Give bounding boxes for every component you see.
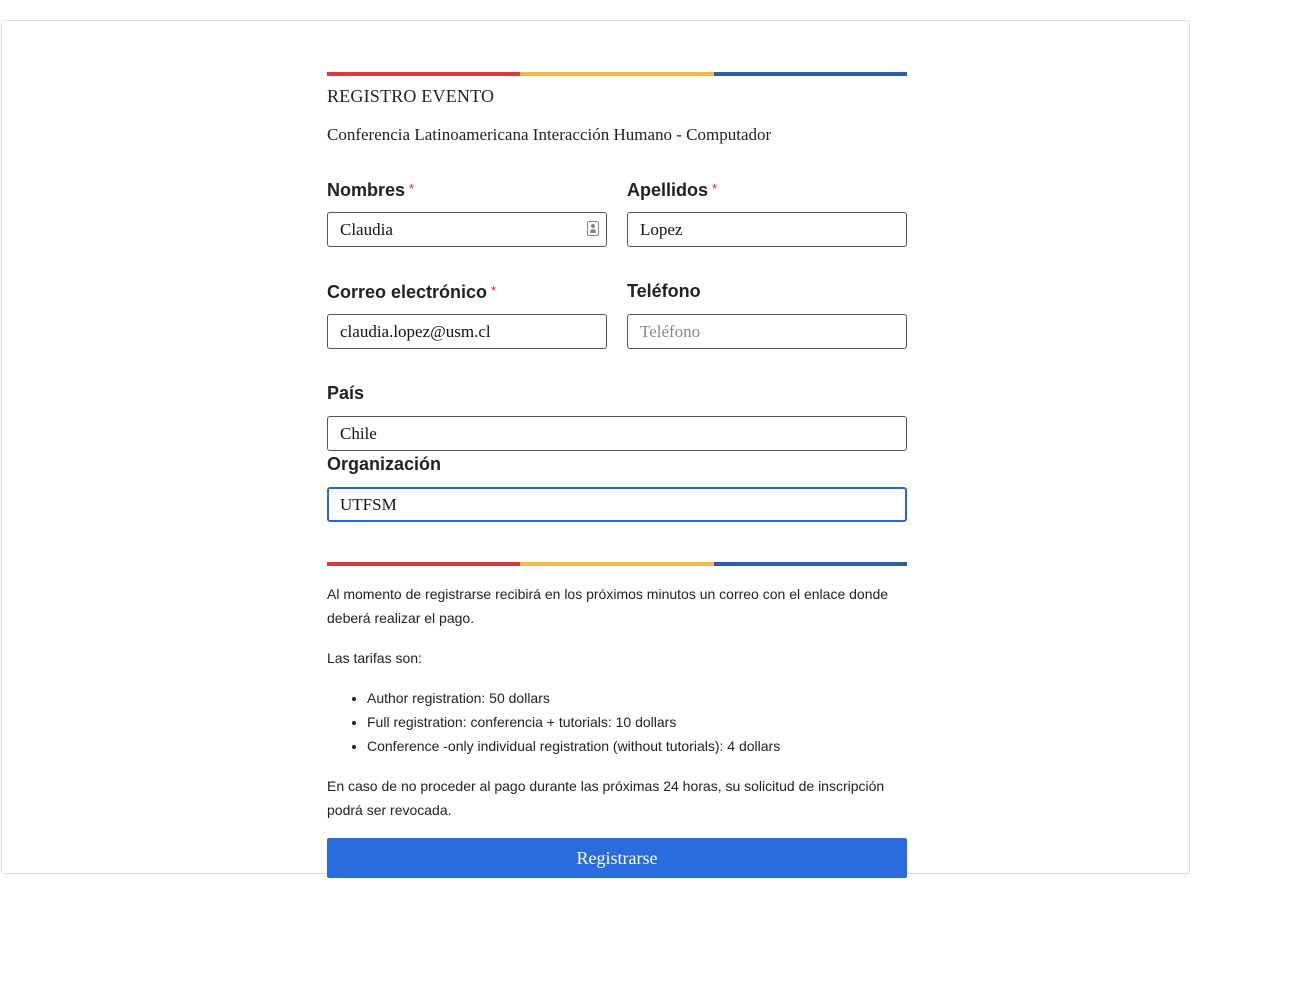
apellidos-value: Lopez — [640, 220, 683, 239]
correo-field-group: Correo electrónico * claudia.lopez@usm.cl — [327, 280, 607, 349]
organizacion-field-group: Organización UTFSM — [327, 453, 907, 522]
nombres-value: Claudia — [340, 220, 393, 239]
nombres-field-group: Nombres * Claudia — [327, 178, 607, 247]
divider-red — [327, 72, 521, 76]
correo-value: claudia.lopez@usm.cl — [340, 322, 491, 341]
payment-warning-text: En caso de no proceder al pago durante l… — [327, 778, 885, 818]
pais-value: Chile — [340, 424, 377, 443]
required-mark: * — [491, 283, 497, 298]
page-subtitle: Conferencia Latinoamericana Interacción … — [327, 125, 772, 144]
fee-item-full: Full registration: conferencia + tutoria… — [367, 710, 907, 734]
apellidos-field-group: Apellidos * Lopez — [627, 178, 907, 247]
divider-red — [327, 562, 521, 566]
fees-heading: Las tarifas son: — [327, 650, 422, 666]
correo-input[interactable]: claudia.lopez@usm.cl — [327, 314, 607, 349]
organizacion-value: UTFSM — [340, 495, 397, 514]
organizacion-label: Organización — [327, 454, 442, 474]
divider-blue — [713, 562, 907, 566]
nombres-label: Nombres * — [327, 180, 415, 200]
divider-yellow — [520, 72, 714, 76]
organizacion-input[interactable]: UTFSM — [327, 487, 907, 522]
divider-yellow — [520, 562, 714, 566]
bottom-color-divider — [327, 562, 907, 566]
pais-field-group: País Chile — [327, 382, 907, 451]
fees-list: Author registration: 50 dollars Full reg… — [327, 686, 907, 758]
top-color-divider — [327, 72, 907, 76]
fee-item-conference-only: Conference -only individual registration… — [367, 734, 907, 758]
required-mark: * — [409, 181, 415, 196]
pais-label: País — [327, 383, 365, 403]
nombres-input[interactable]: Claudia — [327, 212, 607, 247]
name-row: Nombres * Claudia Apellidos * Lopez — [327, 178, 907, 247]
page-title: REGISTRO EVENTO — [327, 86, 495, 106]
telefono-label: Teléfono — [627, 281, 701, 301]
contact-row: Correo electrónico * claudia.lopez@usm.cl… — [327, 280, 907, 349]
pais-input[interactable]: Chile — [327, 416, 907, 451]
apellidos-label: Apellidos * — [627, 180, 718, 200]
registration-card: REGISTRO EVENTO Conferencia Latinoameric… — [1, 20, 1190, 878]
telefono-placeholder: Teléfono — [640, 322, 701, 341]
required-mark: * — [712, 181, 718, 196]
divider-blue — [713, 72, 907, 76]
register-button[interactable]: Registrarse — [327, 838, 907, 878]
correo-label: Correo electrónico * — [327, 282, 497, 302]
telefono-input[interactable]: Teléfono — [627, 314, 907, 349]
payment-intro-text: Al momento de registrarse recibirá en lo… — [327, 586, 889, 626]
fee-item-author: Author registration: 50 dollars — [367, 686, 907, 710]
apellidos-input[interactable]: Lopez — [627, 212, 907, 247]
contact-card-icon[interactable] — [587, 221, 599, 236]
telefono-field-group: Teléfono Teléfono — [627, 280, 907, 349]
form-container: REGISTRO EVENTO Conferencia Latinoameric… — [327, 72, 907, 878]
